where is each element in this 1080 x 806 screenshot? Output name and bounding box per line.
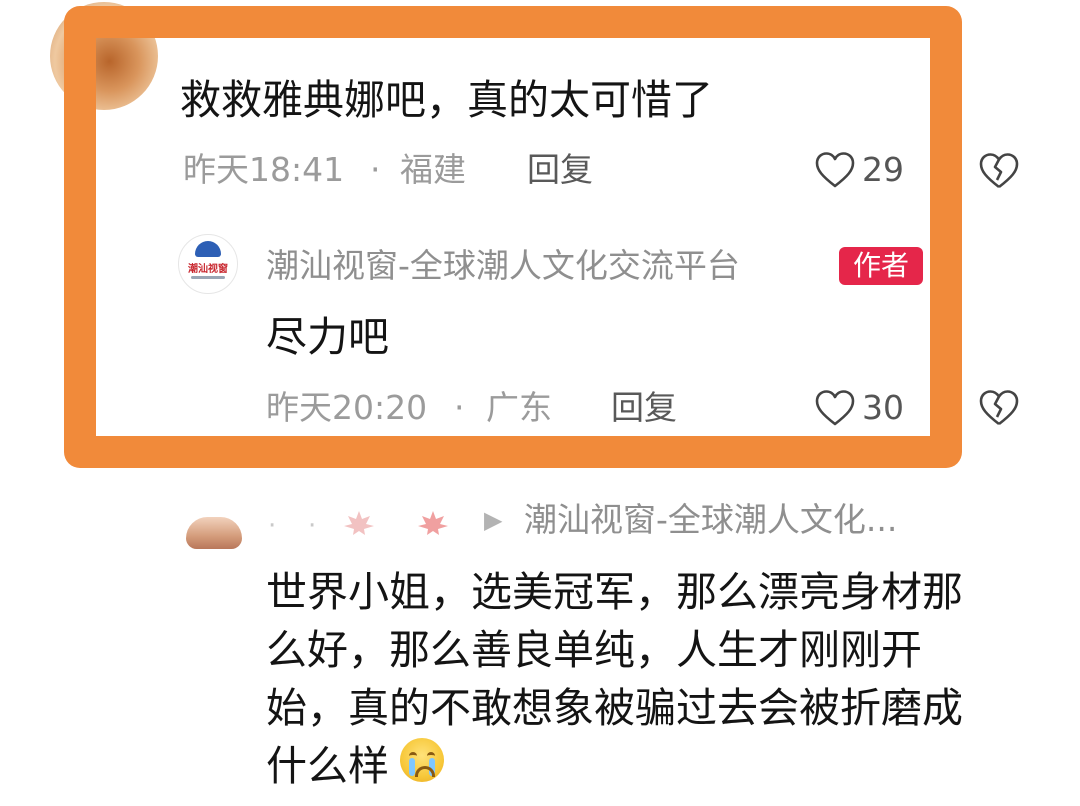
comment-1-reply-button[interactable]: 回复	[527, 150, 593, 190]
maple-leaf-icon	[344, 511, 374, 535]
maple-leaf-icon	[418, 511, 448, 535]
comment-1-location: 福建	[400, 150, 466, 189]
emoji-tear	[409, 758, 415, 776]
reply-1-location: 广东	[486, 388, 552, 427]
comment-1-avatar[interactable]	[50, 2, 158, 110]
comment-1-like-count: 29	[862, 150, 904, 189]
reply-2-avatar[interactable]	[186, 517, 242, 549]
logo-icon	[195, 241, 221, 257]
reply-2-username-blurred[interactable]: · ·	[268, 505, 468, 541]
comment-1-username	[180, 0, 370, 14]
blur-mark: ·	[308, 511, 317, 541]
crying-face-emoji	[400, 738, 444, 782]
author-badge: 作者	[839, 247, 923, 285]
broken-heart-icon[interactable]	[977, 151, 1021, 191]
reply-1-separator: ·	[454, 388, 465, 427]
reply-1-username[interactable]: 潮汕视窗-全球潮人文化交流平台	[266, 246, 740, 286]
reply-2-text-line-2: 么好，那么善良单纯，人生才刚刚开	[266, 626, 922, 674]
reply-2-text-line-1: 世界小姐，选美冠军，那么漂亮身材那	[266, 568, 963, 616]
reply-1-text: 尽力吧	[266, 313, 389, 361]
heart-icon[interactable]	[814, 151, 856, 189]
reply-2-reply-to[interactable]: 潮汕视窗-全球潮人文化...	[524, 500, 897, 540]
reply-1-time: 昨天20:20	[266, 388, 428, 427]
broken-heart-icon[interactable]	[977, 388, 1021, 428]
comment-1-text: 救救雅典娜吧，真的太可惜了	[180, 76, 713, 124]
reply-2-text-line-4: 什么样	[266, 742, 389, 790]
blur-mark: ·	[268, 511, 277, 541]
comment-1-time: 昨天18:41	[183, 150, 345, 189]
heart-icon[interactable]	[814, 389, 856, 427]
reply-1-avatar[interactable]: 潮汕视窗	[178, 234, 238, 294]
logo-line	[191, 276, 225, 279]
reply-1-like-count: 30	[862, 388, 904, 427]
reply-2-text-line-3: 始，真的不敢想象被骗过去会被折磨成	[266, 684, 963, 732]
avatar-logo-text: 潮汕视窗	[188, 264, 228, 275]
reply-arrow-icon: ▶	[484, 506, 503, 534]
reply-1-reply-button[interactable]: 回复	[611, 388, 677, 428]
comment-1-separator: ·	[370, 150, 381, 189]
